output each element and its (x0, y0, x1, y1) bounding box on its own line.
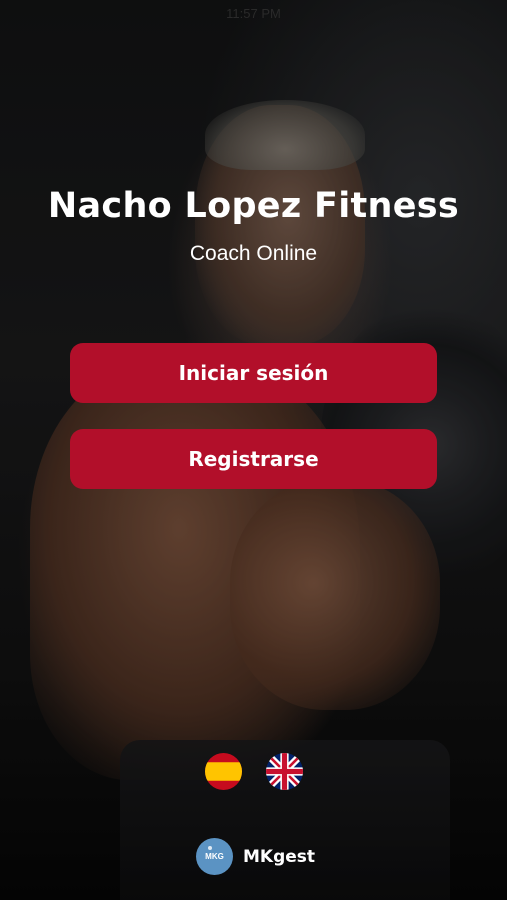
uk-flag-icon[interactable] (266, 753, 303, 790)
mkgest-logo-icon: MKG (196, 838, 233, 875)
status-bar-time: 11:57 PM (226, 6, 281, 21)
mkgest-logo-text: MKG (205, 852, 224, 861)
spain-flag-icon[interactable] (205, 753, 242, 790)
register-button[interactable]: Registrarse (70, 429, 437, 489)
login-button[interactable]: Iniciar sesión (70, 343, 437, 403)
register-button-label: Registrarse (188, 447, 319, 471)
login-screen: 11:57 PM Nacho Lopez Fitness Coach Onlin… (0, 0, 507, 900)
login-button-label: Iniciar sesión (178, 361, 329, 385)
page-title: Nacho Lopez Fitness (47, 186, 460, 226)
brand-name: MKgest (243, 846, 316, 867)
footer-brand[interactable]: MKG MKgest (196, 838, 315, 875)
page-subtitle: Coach Online (189, 242, 318, 265)
